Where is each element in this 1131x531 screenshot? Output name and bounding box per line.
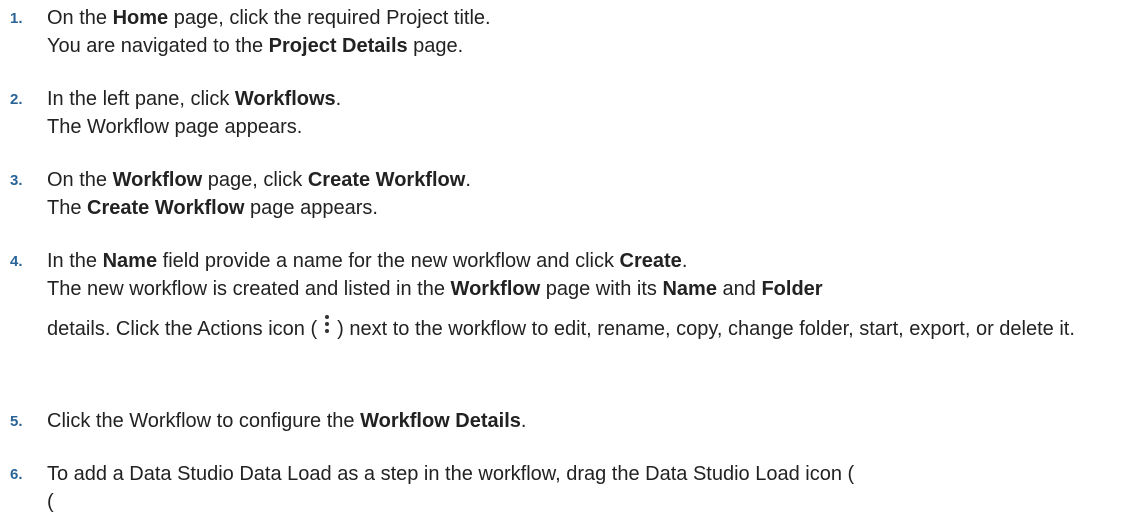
step-text: On the Home page, click the required Pro…: [47, 7, 491, 57]
step-text: On the Workflow page, click Create Workf…: [47, 169, 471, 219]
step-3: 3. On the Workflow page, click Create Wo…: [0, 166, 1100, 222]
step-6: 6. To add a Data Studio Data Load as a s…: [0, 460, 1100, 516]
step-1: 1. On the Home page, click the required …: [0, 4, 1100, 60]
step-4: 4. In the Name field provide a name for …: [0, 247, 1100, 345]
step-5: 5. Click the Workflow to configure the W…: [0, 407, 1100, 435]
step-number: 6.: [10, 466, 23, 483]
step-number: 1.: [10, 10, 23, 27]
step-number: 3.: [10, 172, 23, 189]
step-text: Click the Workflow to configure the Work…: [47, 410, 527, 432]
step-number: 4.: [10, 253, 23, 270]
step-text: In the Name field provide a name for the…: [47, 247, 1100, 345]
step-2: 2. In the left pane, click Workflows. Th…: [0, 85, 1100, 141]
step-number: 2.: [10, 91, 23, 108]
step-text: To add a Data Studio Data Load as a step…: [47, 463, 855, 513]
instruction-steps: 1. On the Home page, click the required …: [0, 0, 1131, 531]
step-text: In the left pane, click Workflows. The W…: [47, 88, 342, 138]
kebab-vertical-icon: [323, 313, 331, 345]
step-number: 5.: [10, 413, 23, 430]
